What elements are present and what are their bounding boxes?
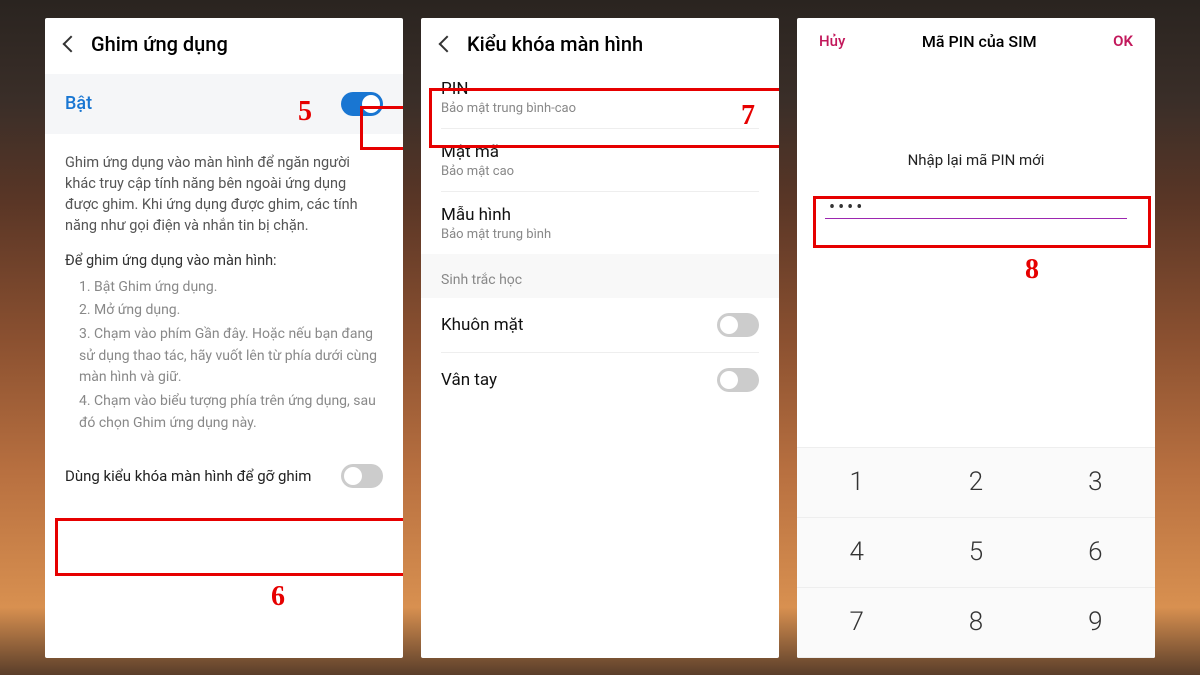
back-icon[interactable] [439, 35, 456, 52]
cancel-button[interactable]: Hủy [819, 32, 845, 50]
howto-steps: 1. Bật Ghim ứng dụng. 2. Mở ứng dụng. 3.… [45, 271, 403, 437]
callout-label-8: 8 [1025, 254, 1039, 286]
back-icon[interactable] [63, 35, 80, 52]
option-pin-title: PIN [441, 79, 759, 99]
numeric-keypad: 1 2 3 4 5 6 7 8 9 [797, 447, 1155, 658]
enable-row[interactable]: Bật [45, 74, 403, 134]
biometric-section-label: Sinh trắc học [421, 254, 779, 298]
option-pin-sub: Bảo mật trung bình-cao [441, 99, 759, 116]
step-2: 2. Mở ứng dụng. [79, 300, 383, 324]
option-password-sub: Bảo mật cao [441, 162, 759, 179]
option-password-title: Mật mã [441, 142, 759, 162]
pin-title: Mã PIN của SIM [922, 32, 1037, 51]
key-1[interactable]: 1 [797, 448, 916, 518]
key-3[interactable]: 3 [1036, 448, 1155, 518]
step-4: 4. Chạm vào biểu tượng phía trên ứng dụn… [79, 391, 383, 436]
face-row[interactable]: Khuôn mặt [421, 298, 779, 352]
pin-input[interactable]: •••• [825, 191, 1127, 219]
pin-prompt: Nhập lại mã PIN mới [797, 151, 1155, 169]
option-pattern-sub: Bảo mật trung bình [441, 225, 759, 242]
page-title: Ghim ứng dụng [91, 32, 228, 56]
howto-heading: Để ghim ứng dụng vào màn hình: [45, 236, 403, 271]
key-9[interactable]: 9 [1036, 588, 1155, 658]
key-4[interactable]: 4 [797, 518, 916, 588]
step-3: 3. Chạm vào phím Gần đây. Hoặc nếu bạn đ… [79, 324, 383, 391]
page-title: Kiểu khóa màn hình [467, 32, 643, 56]
step-1: 1. Bật Ghim ứng dụng. [79, 277, 383, 301]
use-lock-toggle[interactable] [341, 464, 383, 488]
header: Ghim ứng dụng [45, 18, 403, 66]
screen-lock-type: Kiểu khóa màn hình PIN Bảo mật trung bìn… [421, 18, 779, 658]
key-2[interactable]: 2 [916, 448, 1035, 518]
header: Kiểu khóa màn hình [421, 18, 779, 66]
face-label: Khuôn mặt [441, 315, 523, 335]
screen-sim-pin: Hủy Mã PIN của SIM OK Nhập lại mã PIN mớ… [797, 18, 1155, 658]
key-7[interactable]: 7 [797, 588, 916, 658]
face-toggle[interactable] [717, 313, 759, 337]
use-lock-label: Dùng kiểu khóa màn hình để gỡ ghim [65, 466, 311, 486]
use-lock-row[interactable]: Dùng kiểu khóa màn hình để gỡ ghim [45, 450, 403, 502]
ok-button[interactable]: OK [1113, 32, 1133, 50]
key-6[interactable]: 6 [1036, 518, 1155, 588]
description-text: Ghim ứng dụng vào màn hình để ngăn người… [45, 134, 403, 236]
screen-pin-app: Ghim ứng dụng Bật Ghim ứng dụng vào màn … [45, 18, 403, 658]
enable-label: Bật [65, 93, 92, 114]
option-pattern-title: Mẫu hình [441, 205, 759, 225]
finger-label: Vân tay [441, 370, 497, 390]
key-8[interactable]: 8 [916, 588, 1035, 658]
key-5[interactable]: 5 [916, 518, 1035, 588]
callout-box-6 [55, 518, 403, 576]
option-pattern[interactable]: Mẫu hình Bảo mật trung bình [421, 192, 779, 254]
finger-row[interactable]: Vân tay [421, 353, 779, 407]
option-pin[interactable]: PIN Bảo mật trung bình-cao [421, 66, 779, 128]
finger-toggle[interactable] [717, 368, 759, 392]
option-password[interactable]: Mật mã Bảo mật cao [421, 129, 779, 191]
callout-label-6: 6 [271, 581, 285, 613]
pin-header: Hủy Mã PIN của SIM OK [797, 18, 1155, 61]
enable-toggle[interactable] [341, 92, 383, 116]
